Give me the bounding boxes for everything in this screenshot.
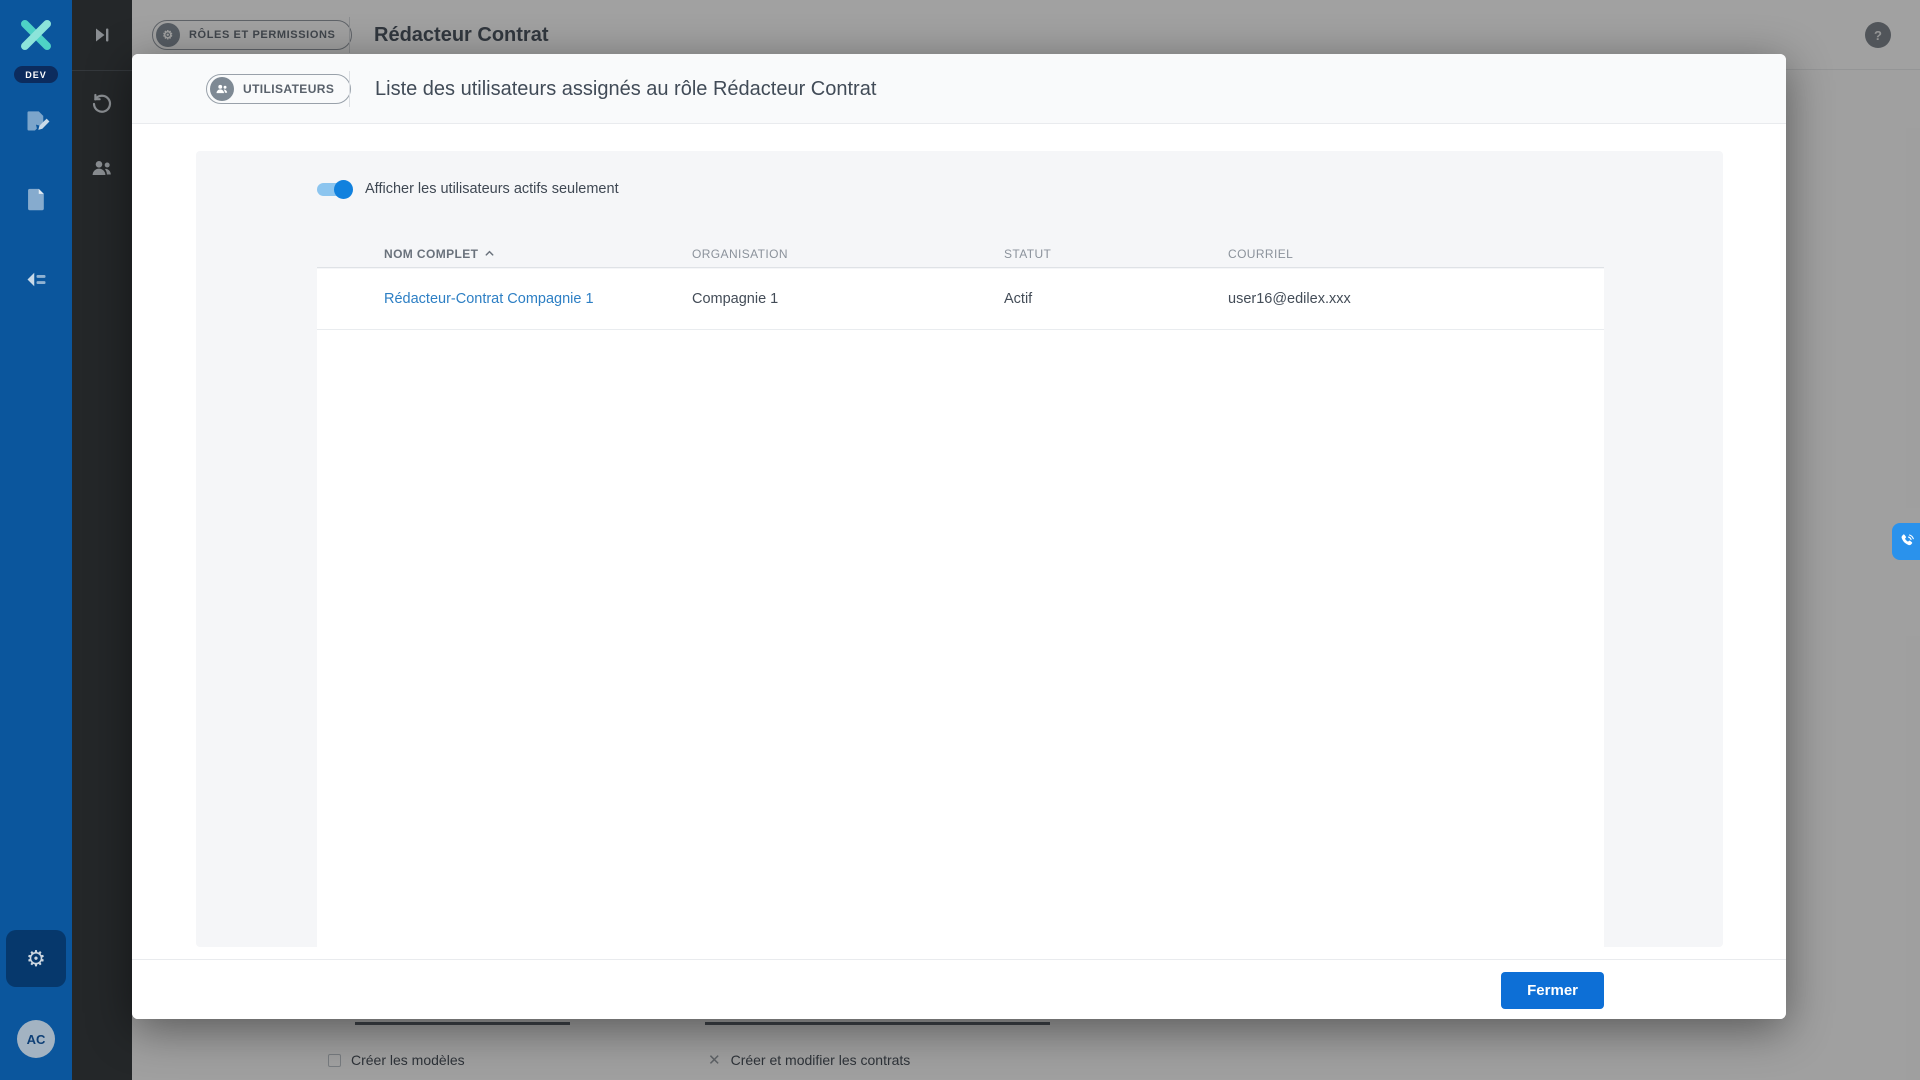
table-header-row: NOM COMPLET ORGANISATION STATUT COURRIEL [317,240,1604,268]
sidebar-item-contract-edit[interactable] [23,108,50,135]
sidebar-divider [72,70,132,71]
column-header-statut[interactable]: STATUT [1004,247,1228,261]
history-icon [90,92,114,116]
sidebar-item-documents[interactable] [23,186,50,213]
skip-end-icon [90,23,114,47]
users-icon [90,156,114,180]
column-header-courriel[interactable]: COURRIEL [1228,247,1604,261]
secondary-sidebar [72,0,132,1080]
cell-organisation: Compagnie 1 [692,291,1004,307]
screen: DEV ⚙ AC [0,0,1920,1080]
clauses-icon [23,266,50,293]
users-button[interactable] [90,156,114,180]
close-button[interactable]: Fermer [1501,972,1604,1009]
document-icon [23,186,50,213]
settings-button[interactable]: ⚙ [6,930,66,987]
users-icon [210,77,234,101]
users-modal: UTILISATEURS Liste des utilisateurs assi… [132,54,1786,1019]
contract-edit-icon [23,108,50,135]
primary-sidebar: DEV ⚙ AC [0,0,72,1080]
utilisateurs-badge-label: UTILISATEURS [243,82,334,96]
column-header-organisation[interactable]: ORGANISATION [692,247,1004,261]
user-name-link[interactable]: Rédacteur-Contrat Compagnie 1 [384,291,594,307]
phone-call-icon [1897,532,1916,551]
column-header-nom-complet[interactable]: NOM COMPLET [317,247,692,261]
utilisateurs-badge: UTILISATEURS [206,74,351,104]
toggle-label: Afficher les utilisateurs actifs seuleme… [365,181,619,197]
modal-header: UTILISATEURS Liste des utilisateurs assi… [132,54,1786,124]
cell-statut: Actif [1004,291,1228,307]
active-users-filter: Afficher les utilisateurs actifs seuleme… [317,177,619,201]
modal-footer: Fermer [132,959,1786,1019]
gear-icon: ⚙ [26,946,46,972]
active-users-toggle[interactable] [317,182,351,197]
cell-courriel: user16@edilex.xxx [1228,291,1604,307]
sort-asc-icon [484,248,495,259]
history-button[interactable] [90,92,114,116]
table-row: Rédacteur-Contrat Compagnie 1 Compagnie … [317,269,1604,330]
collapse-panel-button[interactable] [90,23,114,47]
table-body: Rédacteur-Contrat Compagnie 1 Compagnie … [317,269,1604,947]
user-avatar[interactable]: AC [17,1020,55,1058]
users-table: NOM COMPLET ORGANISATION STATUT COURRIEL [317,240,1604,947]
toggle-knob [334,180,353,199]
modal-header-divider [349,71,350,107]
environment-badge: DEV [14,66,58,83]
phone-support-button[interactable] [1892,523,1920,560]
app-logo-icon[interactable] [16,15,56,55]
modal-title: Liste des utilisateurs assignés au rôle … [375,54,876,124]
modal-body: Afficher les utilisateurs actifs seuleme… [132,124,1786,959]
users-panel: Afficher les utilisateurs actifs seuleme… [196,151,1723,947]
sidebar-item-clauses[interactable] [23,266,50,293]
